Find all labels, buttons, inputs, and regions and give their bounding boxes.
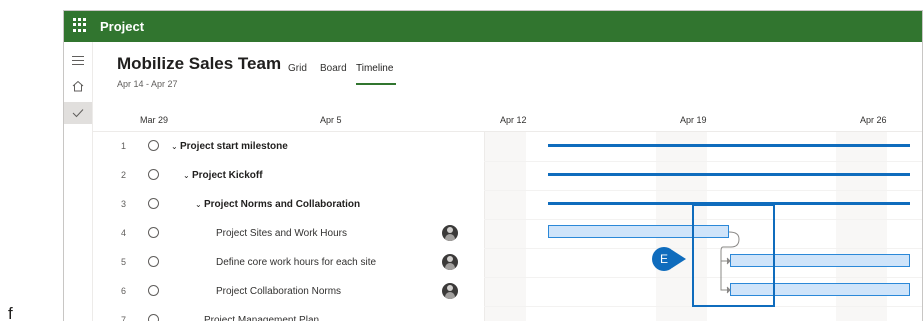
left-nav <box>64 42 93 321</box>
summary-bar[interactable] <box>548 144 910 147</box>
task-number: 2 <box>121 170 127 180</box>
task-complete-checkbox[interactable] <box>148 256 159 267</box>
task-complete-checkbox[interactable] <box>148 227 159 238</box>
waffle-icon[interactable] <box>73 18 87 32</box>
tab-grid[interactable]: Grid <box>288 63 307 74</box>
outer-label: f <box>8 304 13 323</box>
task-name[interactable]: Project Sites and Work Hours <box>216 219 347 248</box>
tab-timeline[interactable]: Timeline <box>356 63 393 74</box>
task-number: 5 <box>121 257 127 267</box>
date-header: Apr 26 <box>860 115 887 125</box>
task-number: 1 <box>121 141 127 151</box>
avatar[interactable] <box>442 283 458 299</box>
task-name[interactable]: Define core work hours for each site <box>216 248 376 277</box>
hamburger-icon[interactable] <box>64 49 92 71</box>
date-header: Apr 19 <box>680 115 707 125</box>
task-number: 6 <box>121 286 127 296</box>
tab-board[interactable]: Board <box>320 63 347 74</box>
task-row[interactable]: 7 Project Management Plan <box>92 306 922 321</box>
task-number: 7 <box>121 315 127 321</box>
task-complete-checkbox[interactable] <box>148 285 159 296</box>
plan-title: Mobilize Sales Team <box>117 54 282 73</box>
task-complete-checkbox[interactable] <box>148 169 159 180</box>
task-complete-checkbox[interactable] <box>148 140 159 151</box>
tab-selected-indicator <box>356 83 396 85</box>
app-top-bar: Project <box>64 11 922 42</box>
home-icon[interactable] <box>64 75 92 97</box>
date-header: Apr 12 <box>500 115 527 125</box>
project-app-window: Project Mobilize Sales Team Apr 14 - Apr… <box>63 10 923 321</box>
chevron-down-icon[interactable]: ⌄ <box>195 190 202 219</box>
task-name[interactable]: Project Management Plan <box>204 306 319 321</box>
task-number: 4 <box>121 228 127 238</box>
avatar[interactable] <box>442 254 458 270</box>
task-number: 3 <box>121 199 127 209</box>
highlight-box <box>692 204 775 307</box>
date-header: Apr 5 <box>320 115 342 125</box>
task-name[interactable]: Project Collaboration Norms <box>216 277 341 306</box>
task-name[interactable]: Project start milestone <box>180 132 288 161</box>
summary-bar[interactable] <box>548 173 910 176</box>
task-row[interactable]: 4 Project Sites and Work Hours <box>92 219 922 248</box>
checkmark-icon[interactable] <box>64 102 92 124</box>
callout-badge: E <box>652 247 676 271</box>
chevron-down-icon[interactable]: ⌄ <box>183 161 190 190</box>
plan-dates: Apr 14 - Apr 27 <box>117 79 178 89</box>
chevron-down-icon[interactable]: ⌄ <box>171 132 178 161</box>
task-complete-checkbox[interactable] <box>148 314 159 321</box>
app-title: Project <box>100 19 145 34</box>
task-name[interactable]: Project Kickoff <box>192 161 263 190</box>
avatar[interactable] <box>442 225 458 241</box>
task-name[interactable]: Project Norms and Collaboration <box>204 190 360 219</box>
task-complete-checkbox[interactable] <box>148 198 159 209</box>
date-header: Mar 29 <box>140 115 169 125</box>
